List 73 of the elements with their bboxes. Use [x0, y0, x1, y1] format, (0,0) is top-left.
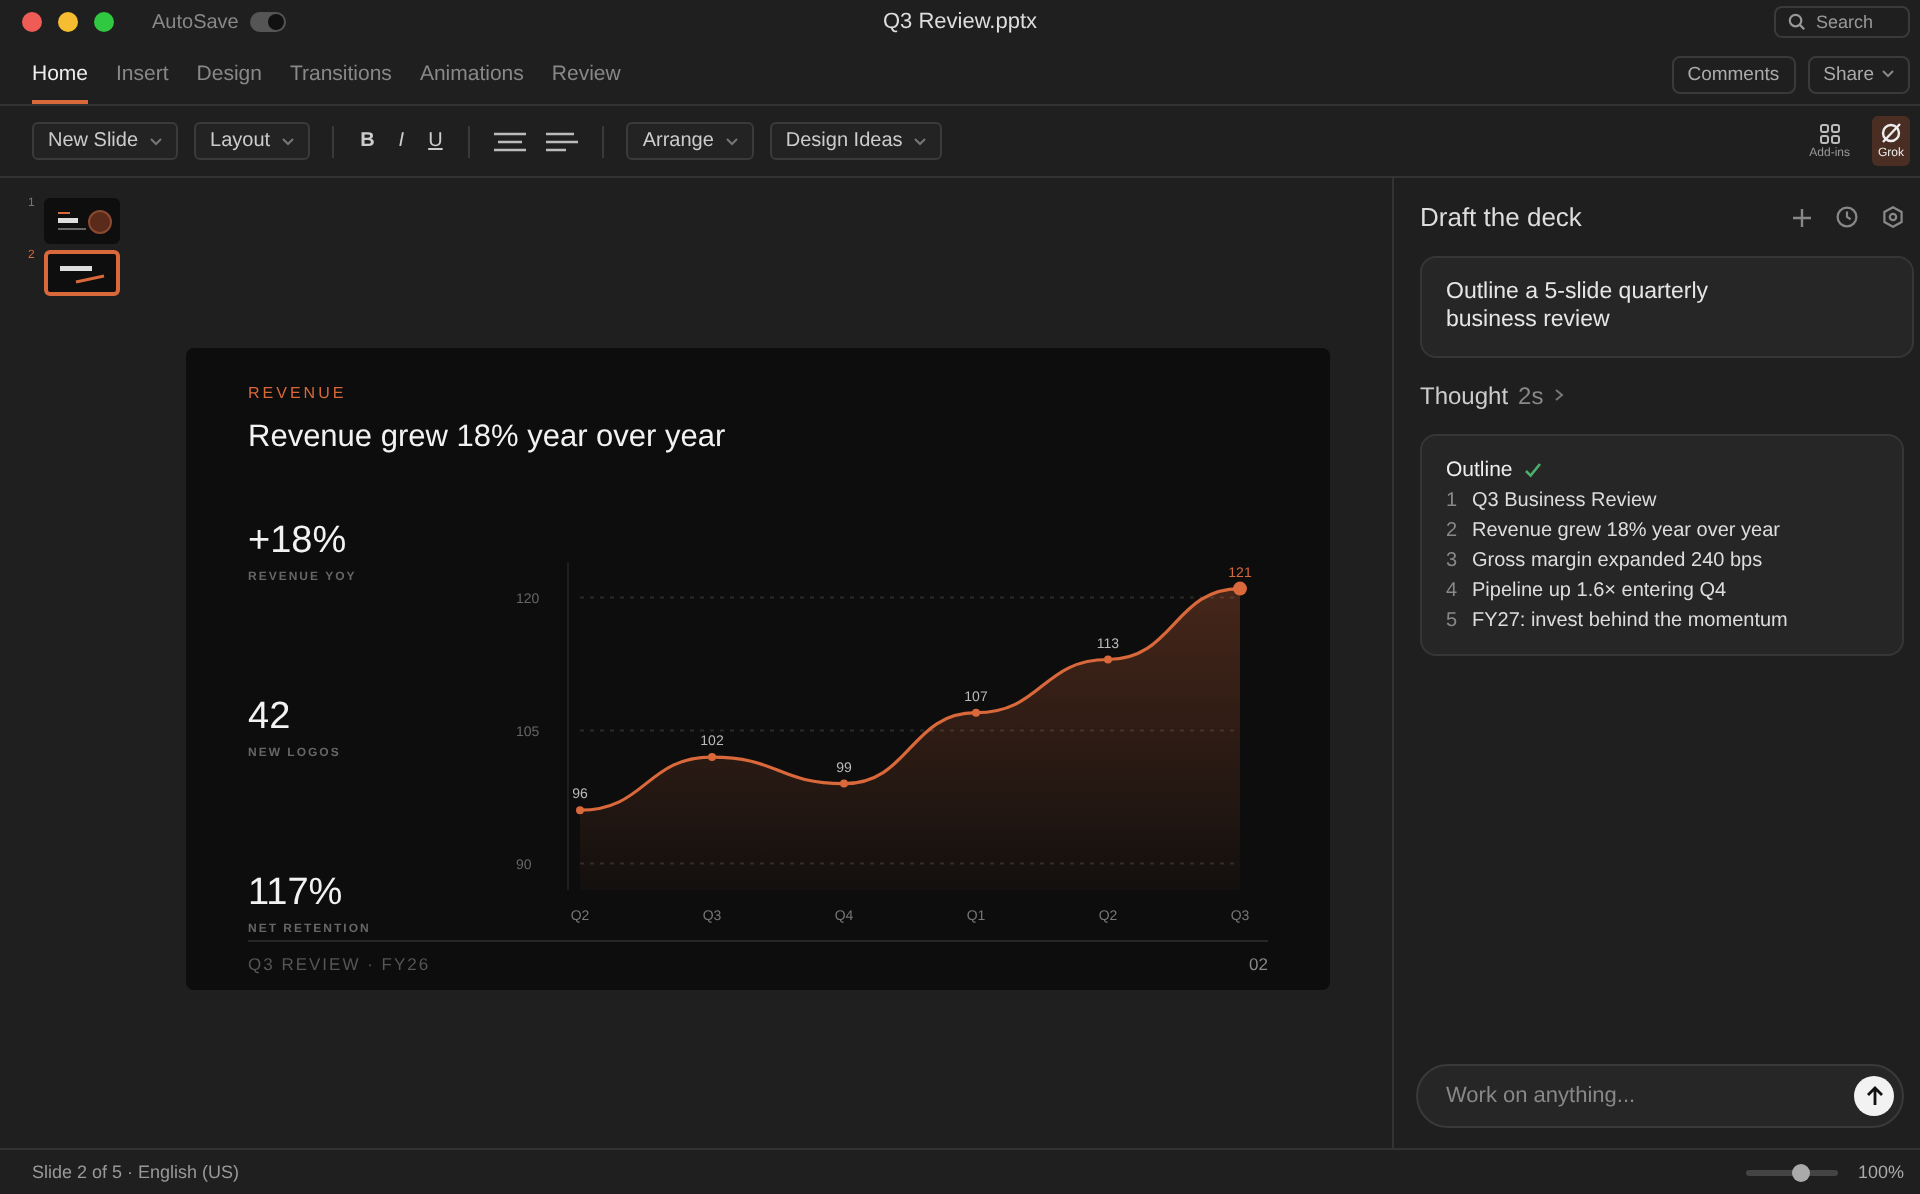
send-button[interactable]	[1854, 1076, 1894, 1116]
data-point	[840, 779, 848, 788]
ribbon-tab[interactable]: Insert	[116, 44, 169, 104]
align-left-icon[interactable]	[544, 131, 581, 151]
prompt-message: Outline a 5-slide quarterly business review	[1420, 256, 1914, 358]
caret-icon	[150, 137, 163, 145]
data-point	[576, 806, 584, 815]
close-window-button[interactable]	[22, 12, 42, 32]
stat-value: +18%	[248, 520, 349, 564]
grid-icon	[1819, 123, 1840, 143]
outline-number: 2	[1446, 519, 1458, 542]
caret-icon	[914, 137, 927, 145]
search-box[interactable]: Search	[1774, 6, 1910, 38]
toolbar-dropdown[interactable]: Layout	[194, 122, 311, 160]
align-center-icon[interactable]	[492, 131, 529, 151]
minimize-window-button[interactable]	[58, 12, 78, 32]
outline-title: Outline	[1446, 457, 1513, 482]
toolbar-dropdown[interactable]: Arrange	[626, 122, 754, 160]
stat-value: 42	[248, 696, 293, 740]
header-button[interactable]: Share	[1807, 55, 1910, 93]
caret-icon	[282, 137, 295, 145]
panel-title: Draft the deck	[1420, 202, 1584, 232]
format-button[interactable]: B	[356, 126, 379, 156]
search-field[interactable]: Search	[1816, 12, 1896, 32]
chat-input[interactable]: Work on anything...	[1446, 1084, 1854, 1108]
outline-number: 5	[1446, 609, 1458, 632]
slide-thumbnail[interactable]	[44, 198, 120, 244]
ribbon-tab[interactable]: Animations	[419, 44, 524, 104]
format-button[interactable]: U	[424, 126, 447, 156]
slide-footer: Q3 REVIEW · FY26	[248, 954, 431, 974]
ribbon-tab[interactable]: Review	[551, 44, 621, 104]
outline-item: Gross margin expanded 240 bps	[1472, 549, 1763, 572]
toolbar-dropdown[interactable]: Design Ideas	[769, 122, 943, 160]
toolbar-dropdown[interactable]: New Slide	[32, 122, 179, 160]
outline-item: Revenue grew 18% year over year	[1472, 519, 1780, 542]
zoom-window-button[interactable]	[94, 12, 114, 32]
stat-value: 117%	[248, 872, 345, 916]
data-point	[1233, 581, 1247, 596]
outline-number: 1	[1446, 489, 1458, 512]
ribbon-tab[interactable]: Transitions	[289, 44, 392, 104]
data-point	[708, 753, 716, 762]
window-title: Q3 Review.pptx	[882, 10, 1038, 34]
settings-icon[interactable]	[1882, 206, 1904, 228]
data-point	[972, 708, 980, 717]
format-button[interactable]: I	[394, 126, 409, 156]
slide-preview-drawing	[52, 205, 112, 237]
chat-input-box[interactable]: Work on anything...	[1416, 1064, 1904, 1128]
thought-toggle[interactable]: Thought 2s	[1420, 381, 1904, 410]
caret-icon	[725, 137, 738, 145]
clock-icon[interactable]	[1836, 206, 1858, 228]
data-point	[1104, 655, 1112, 664]
orbit-icon	[1879, 122, 1902, 144]
header-button[interactable]: Comments	[1671, 55, 1796, 93]
ribbon-tab[interactable]: Design	[196, 44, 262, 104]
status-text: Slide 2 of 5 · English (US)	[32, 1162, 240, 1182]
page-number: 02	[1249, 954, 1268, 974]
plus-icon[interactable]	[1792, 207, 1812, 227]
arrow-up-icon	[1865, 1086, 1883, 1106]
outline-number: 3	[1446, 549, 1458, 572]
outline-number: 4	[1446, 579, 1458, 602]
autosave-toggle[interactable]	[250, 12, 287, 32]
slide-thumbnail[interactable]	[44, 250, 120, 296]
outline-item: Q3 Business Review	[1472, 489, 1657, 512]
zoom-slider[interactable]	[1745, 1169, 1838, 1175]
autosave-label: AutoSave	[152, 11, 239, 33]
slide-title: Revenue grew 18% year over year	[248, 420, 728, 456]
zoom-reading: 100%	[1857, 1162, 1904, 1182]
search-icon	[1788, 12, 1806, 32]
chevron-right-icon	[1553, 388, 1564, 403]
slide-eyebrow: REVENUE	[248, 384, 349, 402]
outline-item: FY27: invest behind the momentum	[1472, 609, 1788, 632]
outline-item: Pipeline up 1.6× entering Q4	[1472, 579, 1727, 602]
ribbon-tab[interactable]: Home	[32, 44, 89, 104]
